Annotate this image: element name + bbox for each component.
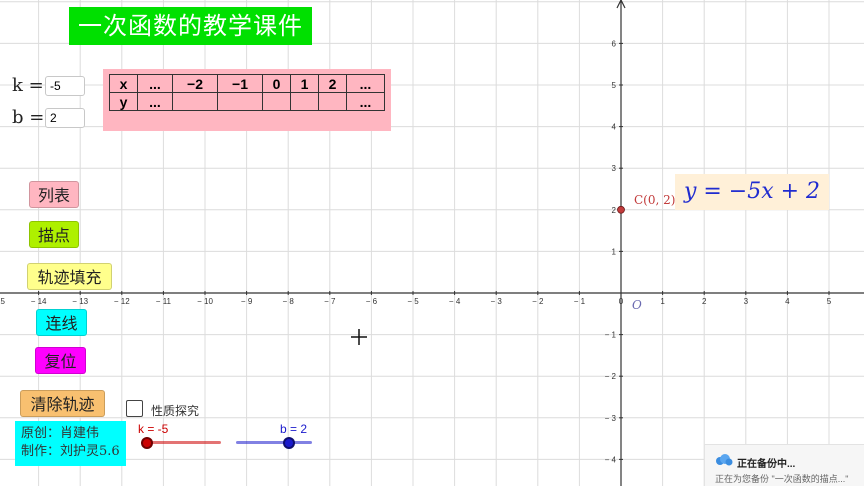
credit-box: 原创：肖建伟 制作：刘护灵5.6 — [15, 421, 126, 466]
y-tick-label: 4 — [612, 123, 617, 132]
y-tick-label: − 2 — [605, 372, 617, 381]
x-tick-label: − 12 — [114, 297, 130, 306]
x-tick-label: − 8 — [283, 297, 295, 306]
table-cell — [262, 92, 291, 111]
x-tick-label: − 5 — [407, 297, 419, 306]
value-table: x ... −2 −1 0 1 2 ... y ... ... — [109, 74, 385, 111]
backup-notification[interactable]: 正在备份中... 正在为您备份 "一次函数的描点..." — [704, 444, 864, 486]
table-cell: ... — [137, 74, 173, 93]
table-cell: −2 — [172, 74, 218, 93]
function-equation: y = −5x + 2 — [675, 174, 829, 210]
x-tick-label: 3 — [744, 297, 749, 306]
author-text: 原创：肖建伟 — [21, 426, 100, 441]
y-row: y ... ... — [109, 92, 385, 111]
x-tick-label: − 2 — [532, 297, 544, 306]
x-tick-label: 1 — [660, 297, 665, 306]
x-row: x ... −2 −1 0 1 2 ... — [109, 74, 385, 93]
geogebra-app: − 15− 14− 13− 12− 11− 10− 9− 8− 7− 6− 5−… — [0, 0, 864, 486]
x-tick-label: − 13 — [72, 297, 88, 306]
x-tick-label: − 4 — [449, 297, 461, 306]
notification-title: 正在备份中... — [737, 459, 796, 470]
k-slider-knob[interactable] — [141, 437, 153, 449]
list-button[interactable]: 列表 — [29, 181, 79, 208]
x-tick-label: − 14 — [31, 297, 47, 306]
clear-trace-button[interactable]: 清除轨迹 — [20, 390, 105, 417]
origin-label: O — [632, 298, 642, 312]
k-slider-track[interactable] — [147, 441, 221, 444]
plot-marks — [617, 205, 625, 214]
x-tick-label: 0 — [619, 297, 624, 306]
connect-button[interactable]: 连线 — [36, 309, 87, 336]
y-tick-label: − 3 — [605, 414, 617, 423]
x-tick-label: − 10 — [197, 297, 213, 306]
k-input[interactable] — [45, 76, 85, 96]
property-explore-checkbox[interactable] — [126, 400, 143, 417]
table-cell — [290, 92, 319, 111]
page-title: 一次函数的教学课件 — [69, 7, 312, 45]
point-c — [617, 205, 625, 214]
y-tick-label: 1 — [612, 247, 617, 256]
x-tick-label: − 11 — [156, 297, 172, 306]
table-cell — [318, 92, 347, 111]
b-input[interactable] — [45, 108, 85, 128]
table-cell — [172, 92, 218, 111]
k-label: k = — [12, 75, 44, 96]
k-slider-label: k = -5 — [138, 422, 169, 436]
b-slider-track[interactable] — [236, 441, 312, 444]
table-cell: y — [109, 92, 138, 111]
notification-subtitle: 正在为您备份 "一次函数的描点..." — [715, 474, 849, 484]
x-tick-label: 5 — [827, 297, 832, 306]
table-cell: 1 — [290, 74, 319, 93]
b-slider-label: b = 2 — [280, 422, 308, 436]
reset-button[interactable]: 复位 — [35, 347, 86, 374]
y-tick-label: 5 — [612, 81, 617, 90]
x-tick-label: − 7 — [324, 297, 336, 306]
x-tick-label: − 15 — [0, 297, 5, 306]
table-cell: 2 — [318, 74, 347, 93]
checkbox-label: 性质探究 — [151, 404, 200, 418]
x-tick-label: − 3 — [491, 297, 503, 306]
x-tick-label: 4 — [785, 297, 790, 306]
table-cell: ... — [137, 92, 173, 111]
x-tick-label: − 9 — [241, 297, 253, 306]
point-c-label: C(0, 2) — [634, 193, 676, 207]
table-cell: ... — [346, 92, 385, 111]
table-cell: −1 — [217, 74, 263, 93]
table-cell — [217, 92, 263, 111]
table-cell: x — [109, 74, 138, 93]
trace-fill-button[interactable]: 轨迹填充 — [27, 263, 112, 290]
plot-points-button[interactable]: 描点 — [29, 221, 79, 248]
crosshair-cursor-icon — [351, 329, 367, 345]
cloud-icon — [716, 454, 733, 466]
y-tick-label: 6 — [612, 39, 617, 48]
table-cell: 0 — [262, 74, 291, 93]
x-tick-label: − 6 — [366, 297, 378, 306]
y-tick-label: − 4 — [605, 455, 617, 464]
y-tick-label: 3 — [612, 164, 617, 173]
table-cell: ... — [346, 74, 385, 93]
y-tick-label: 2 — [612, 206, 617, 215]
y-tick-label: − 1 — [605, 331, 617, 340]
b-label: b = — [12, 107, 45, 128]
x-tick-label: 2 — [702, 297, 707, 306]
value-table-panel: x ... −2 −1 0 1 2 ... y ... ... — [103, 69, 391, 131]
maker-text: 制作：刘护灵5.6 — [21, 444, 120, 459]
x-tick-label: − 1 — [574, 297, 586, 306]
